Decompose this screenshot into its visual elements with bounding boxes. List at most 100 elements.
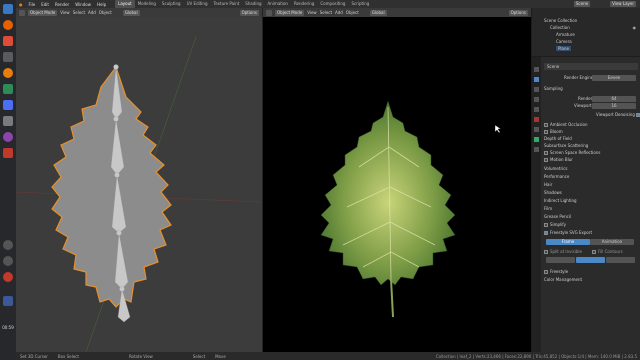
view-layer-selector[interactable]: View Layer	[610, 1, 636, 7]
menu-select[interactable]: Select	[73, 10, 85, 15]
panel-volumetrics[interactable]: Volumetrics	[544, 165, 638, 172]
mode-selector-right[interactable]: Object Mode	[275, 9, 305, 16]
panel-film[interactable]: Film	[544, 205, 638, 212]
tab-modeling[interactable]: Modeling	[135, 0, 159, 8]
modifier-tab-icon[interactable]	[534, 137, 539, 142]
simplify-checkbox[interactable]	[544, 223, 548, 227]
fill-contours-label: Fill Contours	[598, 249, 623, 254]
svg-mode-animation[interactable]: Animation	[590, 239, 634, 245]
menu-file[interactable]: File	[26, 2, 39, 7]
viewport-solid[interactable]: Object Mode View Select Add Object Globa…	[16, 8, 262, 352]
app-icon-files[interactable]	[3, 52, 13, 62]
scene-selector[interactable]: Scene	[573, 1, 591, 7]
menu-help[interactable]: Help	[94, 2, 109, 7]
menu-add[interactable]: Add	[88, 10, 96, 15]
view-layer-tab-icon[interactable]	[534, 97, 539, 102]
material-tab-icon[interactable]	[534, 147, 539, 152]
panel-grease-pencil[interactable]: Grease Pencil	[544, 213, 638, 220]
split-checkbox[interactable]	[544, 250, 548, 254]
blender-icon[interactable]	[3, 68, 13, 78]
menu-view-right[interactable]: View	[307, 10, 317, 15]
blender-logo-icon[interactable]: ●	[16, 2, 26, 7]
render-engine-dropdown[interactable]: Eevee	[592, 75, 636, 81]
viewport-denoising-checkbox[interactable]	[636, 113, 640, 117]
network-icon[interactable]	[3, 256, 13, 266]
panel-color-management[interactable]: Color Management	[544, 276, 638, 283]
flag-icon[interactable]	[3, 296, 13, 306]
fill-contours[interactable]: Fill Contours	[592, 248, 638, 255]
tab-rendering[interactable]: Rendering	[291, 0, 317, 8]
menu-render[interactable]: Render	[52, 2, 72, 7]
motion-blur-checkbox[interactable]	[544, 158, 548, 162]
visibility-eye-icon[interactable]: ◉	[633, 25, 637, 30]
panel-subsurface-scattering[interactable]: Subsurface Scattering	[544, 142, 638, 149]
menu-edit[interactable]: Edit	[38, 2, 52, 7]
tab-compositing[interactable]: Compositing	[317, 0, 348, 8]
svg-mode-frame[interactable]: Frame	[546, 239, 590, 245]
orientation-selector-right[interactable]: Global	[369, 9, 387, 16]
menu-object[interactable]: Object	[99, 10, 112, 15]
panel-bloom[interactable]: Bloom	[544, 128, 638, 135]
outliner-item-armature[interactable]: Armature	[556, 32, 575, 37]
menu-window[interactable]: Window	[72, 2, 94, 7]
tab-texture-paint[interactable]: Texture Paint	[210, 0, 242, 8]
status-set-cursor: Set 3D Cursor	[20, 353, 48, 359]
panel-simplify[interactable]: Simplify	[544, 221, 638, 228]
menu-view[interactable]: View	[60, 10, 70, 15]
object-tab-icon[interactable]	[534, 127, 539, 132]
app-icon-gray[interactable]	[3, 116, 13, 126]
tab-shading[interactable]: Shading	[242, 0, 264, 8]
app-icon-green[interactable]	[3, 84, 13, 94]
app-icon-media[interactable]	[3, 148, 13, 158]
tab-layout[interactable]: Layout	[115, 0, 135, 8]
panel-ambient-occlusion[interactable]: Ambient Occlusion	[544, 121, 638, 128]
outliner-item-plane[interactable]: Plane	[556, 46, 571, 51]
editor-type-icon[interactable]	[19, 9, 25, 16]
panel-indirect-lighting[interactable]: Indirect Lighting	[544, 197, 638, 204]
world-tab-icon[interactable]	[534, 117, 539, 122]
panel-freestyle[interactable]: Freestyle	[544, 268, 638, 275]
freestyle-checkbox[interactable]	[544, 270, 548, 274]
tab-animation[interactable]: Animation	[265, 0, 291, 8]
panel-shadows[interactable]: Shadows	[544, 189, 638, 196]
app-icon-activities[interactable]	[3, 4, 13, 14]
panel-performance[interactable]: Performance	[544, 173, 638, 180]
volume-icon[interactable]	[3, 240, 13, 250]
orientation-selector[interactable]: Global	[122, 9, 140, 16]
outliner-item-camera[interactable]: Camera	[556, 39, 572, 44]
fill-contours-checkbox[interactable]	[592, 250, 596, 254]
menu-select-right[interactable]: Select	[320, 10, 332, 15]
viewport-samples-field[interactable]: 16	[592, 103, 636, 109]
app-icon-red[interactable]	[3, 36, 13, 46]
ssr-checkbox[interactable]	[544, 151, 548, 155]
tab-scripting[interactable]: Scripting	[348, 0, 372, 8]
bloom-checkbox[interactable]	[544, 130, 548, 134]
output-tab-icon[interactable]	[534, 87, 539, 92]
menu-object-right[interactable]: Object	[346, 10, 359, 15]
panel-sampling[interactable]: Sampling	[544, 85, 638, 92]
scene-tab-icon[interactable]	[534, 107, 539, 112]
panel-screen-space-reflections[interactable]: Screen Space Reflections	[544, 149, 638, 156]
chrome-icon[interactable]	[3, 132, 13, 142]
mode-selector[interactable]: Object Mode	[28, 9, 58, 16]
panel-hair[interactable]: Hair	[544, 181, 638, 188]
render-tab-icon[interactable]	[534, 77, 539, 82]
tab-sculpting[interactable]: Sculpting	[159, 0, 184, 8]
panel-motion-blur[interactable]: Motion Blur	[544, 156, 638, 163]
panel-freestyle-svg-export[interactable]: Freestyle SVG Export	[544, 229, 638, 236]
viewport-rendered[interactable]: Object Mode View Select Add Object Globa…	[263, 8, 531, 352]
outliner-root[interactable]: Scene Collection	[544, 18, 577, 23]
outliner-item-collection[interactable]: Collection	[550, 25, 570, 30]
tool-tab-icon[interactable]	[534, 67, 539, 72]
svg-export-checkbox[interactable]	[544, 231, 548, 235]
menu-add-right[interactable]: Add	[335, 10, 343, 15]
record-icon[interactable]	[3, 272, 13, 282]
panel-depth-of-field[interactable]: Depth of Field	[544, 135, 638, 142]
tab-uv-editing[interactable]: UV Editing	[184, 0, 211, 8]
app-icon-blue[interactable]	[3, 100, 13, 110]
options-button-right[interactable]: Options	[508, 9, 528, 16]
editor-type-icon[interactable]	[266, 9, 272, 16]
ao-checkbox[interactable]	[544, 123, 548, 127]
options-button[interactable]: Options	[239, 9, 259, 16]
firefox-icon[interactable]	[3, 20, 13, 30]
